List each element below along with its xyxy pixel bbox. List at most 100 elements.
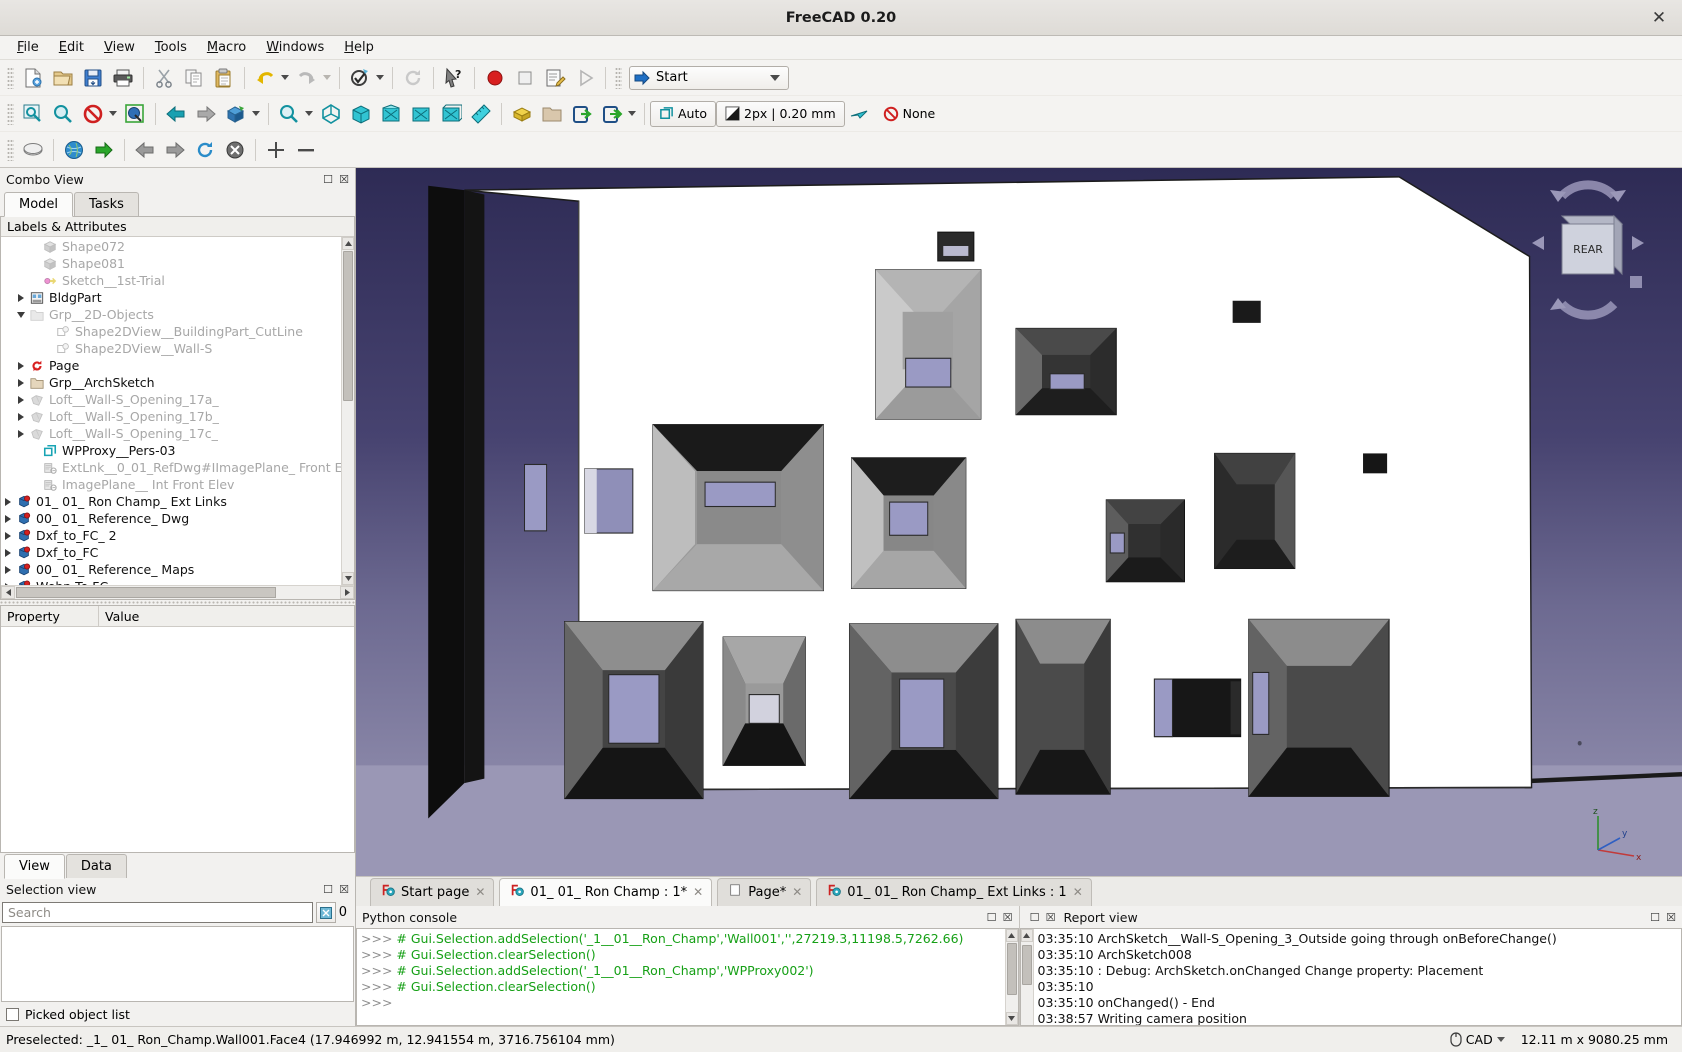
linewidth-button[interactable]: 2px | 0.20 mm bbox=[716, 100, 845, 127]
navcube-svg[interactable]: REAR bbox=[1518, 180, 1658, 320]
recompute-icon[interactable] bbox=[398, 63, 428, 93]
tree-item[interactable]: Loft__Wall-S_Opening_17b_ bbox=[1, 408, 341, 425]
workbench-selector[interactable]: Start bbox=[629, 65, 789, 90]
selection-list[interactable] bbox=[1, 926, 354, 1002]
rear-view-icon[interactable] bbox=[436, 99, 466, 129]
draft-remove-icon[interactable] bbox=[291, 135, 321, 165]
property-rows[interactable] bbox=[1, 627, 354, 852]
draw-style-icon[interactable] bbox=[78, 99, 108, 129]
group-icon[interactable] bbox=[537, 99, 567, 129]
tree-item[interactable]: Sketch__1st-Trial bbox=[1, 272, 341, 289]
macro-record-icon[interactable] bbox=[480, 63, 510, 93]
document-tab[interactable]: Page* ✕ bbox=[717, 878, 812, 906]
tree-item[interactable]: Loft__Wall-S_Opening_17c_ bbox=[1, 425, 341, 442]
selection-float-icon[interactable]: ☐ bbox=[321, 882, 335, 896]
top-view-icon[interactable] bbox=[376, 99, 406, 129]
tree-item[interactable]: 00_ 01_ Reference_ Maps bbox=[1, 561, 341, 578]
close-icon[interactable]: ☒ bbox=[337, 172, 351, 186]
tree-item[interactable]: Dxf_to_FC bbox=[1, 544, 341, 561]
scroll-down-arrow[interactable] bbox=[342, 572, 354, 585]
py-scroll-up-arrow[interactable] bbox=[1005, 929, 1018, 942]
tree-item[interactable]: ExtLnk__0_01_RefDwg#IImagePlane_ Front E… bbox=[1, 459, 341, 476]
fit-selection-icon[interactable] bbox=[48, 99, 78, 129]
search-clear-button[interactable] bbox=[315, 902, 336, 923]
tab-tasks[interactable]: Tasks bbox=[74, 192, 139, 216]
redo-icon[interactable] bbox=[292, 63, 322, 93]
tree-scroll-thumb[interactable] bbox=[343, 251, 353, 401]
external-reference-icon[interactable] bbox=[567, 99, 597, 129]
tree-item[interactable]: 00_ 01_ Reference_ Dwg bbox=[1, 510, 341, 527]
menu-file[interactable]: File bbox=[8, 38, 48, 57]
workbench-toolbar-grip[interactable] bbox=[615, 66, 622, 89]
draft-refresh-icon[interactable] bbox=[190, 135, 220, 165]
tree-item[interactable]: WPProxy__Pers-03 bbox=[1, 442, 341, 459]
py-scroll-down-arrow[interactable] bbox=[1005, 1012, 1018, 1025]
redo-menu-arrow[interactable] bbox=[323, 75, 331, 80]
draw-style-menu-arrow[interactable] bbox=[109, 111, 117, 116]
selection-close-icon[interactable]: ☒ bbox=[337, 882, 351, 896]
menu-edit[interactable]: Edit bbox=[50, 38, 93, 57]
cut-icon[interactable] bbox=[149, 63, 179, 93]
tree-hscroll-thumb[interactable] bbox=[16, 587, 276, 598]
report-float-icon[interactable]: ☐ bbox=[1028, 910, 1042, 924]
refresh-icon[interactable] bbox=[345, 63, 375, 93]
document-tab-close-icon[interactable]: ✕ bbox=[1073, 885, 1083, 899]
nav-style-chevron-icon[interactable] bbox=[1496, 1037, 1505, 1042]
nav-style-indicator[interactable]: CAD bbox=[1442, 1032, 1513, 1047]
tree-item[interactable]: Page bbox=[1, 357, 341, 374]
tab-data[interactable]: Data bbox=[65, 854, 127, 878]
clipping-plane-icon[interactable] bbox=[120, 99, 150, 129]
right-view-icon[interactable] bbox=[406, 99, 436, 129]
external-reference-arrow[interactable] bbox=[628, 111, 636, 116]
undo-icon[interactable] bbox=[250, 63, 280, 93]
python-console-scrollbar[interactable] bbox=[1004, 929, 1018, 1025]
tree-item[interactable]: Shape072 bbox=[1, 238, 341, 255]
report-float-icon-2[interactable]: ☐ bbox=[1648, 910, 1662, 924]
new-document-icon[interactable] bbox=[18, 63, 48, 93]
toolbar-grip-draft[interactable] bbox=[7, 138, 14, 161]
report-scroll-up-arrow[interactable] bbox=[1020, 929, 1033, 942]
draft-next-icon[interactable] bbox=[160, 135, 190, 165]
draft-snap-icon[interactable] bbox=[18, 135, 48, 165]
std-views-menu-arrow[interactable] bbox=[252, 111, 260, 116]
menu-view[interactable]: View bbox=[95, 38, 144, 57]
toolbar-grip[interactable] bbox=[7, 66, 14, 89]
chevron-right-icon[interactable] bbox=[14, 429, 28, 438]
zoom-menu-arrow[interactable] bbox=[305, 111, 313, 116]
python-console-body[interactable]: >>> # Gui.Selection.addSelection('_1__01… bbox=[356, 928, 1019, 1026]
picked-object-list-checkbox[interactable] bbox=[6, 1007, 19, 1021]
scroll-right-arrow[interactable] bbox=[340, 586, 354, 599]
search-input[interactable]: Search bbox=[2, 902, 313, 923]
chevron-down-icon[interactable] bbox=[14, 311, 28, 318]
fit-all-icon[interactable] bbox=[18, 99, 48, 129]
chevron-right-icon[interactable] bbox=[1, 565, 15, 574]
report-scroll-thumb[interactable] bbox=[1021, 945, 1032, 985]
tree-item[interactable]: BldgPart bbox=[1, 289, 341, 306]
document-tab-close-icon[interactable]: ✕ bbox=[693, 885, 703, 899]
report-close-icon[interactable]: ☒ bbox=[1044, 910, 1058, 924]
snap-none-button[interactable]: None bbox=[875, 106, 944, 122]
chevron-right-icon[interactable] bbox=[1, 548, 15, 557]
tree-body[interactable]: Shape072 Shape081 Sketch__1st-Trial BldgPar… bbox=[1, 237, 354, 585]
float-icon[interactable]: ☐ bbox=[321, 172, 335, 186]
menu-tools[interactable]: Tools bbox=[146, 38, 196, 57]
undo-menu-arrow[interactable] bbox=[281, 75, 289, 80]
open-document-icon[interactable] bbox=[48, 63, 78, 93]
report-close-icon-2[interactable]: ☒ bbox=[1664, 910, 1678, 924]
chevron-right-icon[interactable] bbox=[14, 293, 28, 302]
document-tab-close-icon[interactable]: ✕ bbox=[475, 885, 485, 899]
auto-button[interactable]: Auto bbox=[650, 100, 717, 127]
toolbar-grip-view[interactable] bbox=[7, 102, 14, 125]
chevron-right-icon[interactable] bbox=[14, 395, 28, 404]
tree-item[interactable]: 01_ 01_ Ron Champ_ Ext Links bbox=[1, 493, 341, 510]
document-tab[interactable]: Start page ✕ bbox=[370, 878, 495, 906]
tree-horizontal-scrollbar[interactable] bbox=[1, 585, 354, 599]
tree-item[interactable]: Dxf_to_FC_ 2 bbox=[1, 527, 341, 544]
menu-help[interactable]: Help bbox=[335, 38, 383, 57]
chevron-right-icon[interactable] bbox=[14, 378, 28, 387]
tree-item[interactable]: Loft__Wall-S_Opening_17a_ bbox=[1, 391, 341, 408]
report-view-body[interactable]: 03:35:10 ArchSketch__Wall-S_Opening_3_Ou… bbox=[1019, 928, 1682, 1026]
tab-view[interactable]: View bbox=[4, 854, 65, 879]
tree-item[interactable]: Webp To FC bbox=[1, 578, 341, 585]
arch-component-icon[interactable] bbox=[507, 99, 537, 129]
